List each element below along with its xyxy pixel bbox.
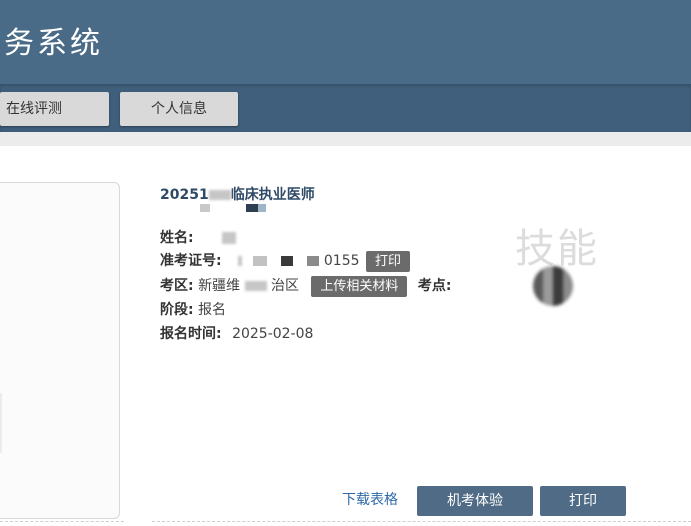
app-title: 务系统 (4, 26, 103, 61)
stage-label: 阶段: (160, 302, 194, 318)
tab-personal-info[interactable]: 个人信息 (120, 92, 238, 126)
time-row: 报名时间: 2025-02-08 (160, 323, 313, 343)
name-row: 姓名: (160, 227, 237, 247)
time-value: 2025-02-08 (232, 326, 314, 342)
redacted-site-blur (533, 266, 573, 306)
area-value-start: 新疆维 (198, 278, 241, 294)
redacted-ticket-c (280, 256, 293, 266)
name-label: 姓名: (160, 230, 194, 246)
ticket-label: 准考证号: (160, 253, 222, 269)
area-label: 考区: (160, 278, 194, 294)
photo-placeholder-mark (0, 257, 9, 317)
stage-value: 报名 (198, 302, 227, 318)
stage-row: 阶段: 报名 (160, 299, 226, 319)
download-form-link[interactable]: 下载表格 (342, 489, 398, 509)
main-nav: 在线评测 个人信息 (0, 84, 691, 132)
ticket-print-button[interactable]: 打印 (365, 250, 410, 272)
watermark-text: 技能 (515, 226, 599, 272)
divider (152, 521, 691, 522)
site-label: 考点: (417, 278, 452, 294)
photo-card (0, 182, 120, 519)
ticket-suffix: 0155 (323, 253, 360, 269)
content-top-strip (0, 132, 691, 146)
redacted-ticket-b (252, 256, 267, 266)
redacted-title-blur (200, 197, 270, 212)
upload-materials-button[interactable]: 上传相关材料 (311, 275, 408, 297)
photo-placeholder-line (0, 393, 2, 453)
redacted-name (222, 232, 237, 244)
area-value-end: 治区 (270, 278, 299, 294)
time-label: 报名时间: (160, 326, 222, 342)
print-button[interactable]: 打印 (540, 486, 626, 516)
tab-online-assessment[interactable]: 在线评测 (0, 92, 109, 126)
app-header: 务系统 (0, 0, 691, 84)
redacted-ticket-d (307, 256, 320, 266)
mock-exam-button[interactable]: 机考体验 (417, 486, 533, 516)
ticket-row: 准考证号: 0155 打印 (160, 250, 410, 272)
divider (0, 521, 124, 522)
redacted-area (244, 281, 267, 291)
area-row: 考区: 新疆维 治区 上传相关材料 考点: (160, 275, 452, 297)
redacted-ticket-a (238, 256, 243, 266)
